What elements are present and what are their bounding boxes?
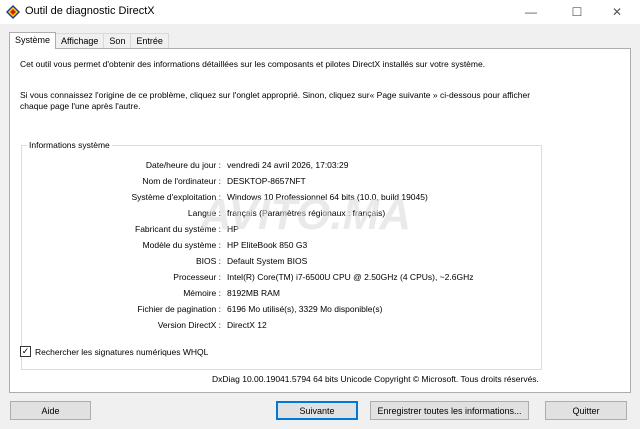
info-value: vendredi 24 avril 2026, 17:03:29 xyxy=(227,160,349,170)
info-value: français (Paramètres régionaux : françai… xyxy=(227,208,386,218)
tab-entree[interactable]: Entrée xyxy=(130,33,169,49)
group-title: Informations système xyxy=(27,140,112,150)
save-all-button[interactable]: Enregistrer toutes les informations... xyxy=(370,401,529,420)
tab-strip: Système Affichage Son Entrée xyxy=(9,32,169,49)
maximize-icon: ☐ xyxy=(571,5,583,19)
minimize-button[interactable]: — xyxy=(508,0,554,24)
window-title: Outil de diagnostic DirectX xyxy=(25,5,155,17)
instructions-text: Si vous connaissez l'origine de ce probl… xyxy=(20,90,531,111)
info-row-computer-name: Nom de l'ordinateur : DESKTOP-8657NFT xyxy=(22,176,543,188)
info-row-language: Langue : français (Paramètres régionaux … xyxy=(22,208,543,220)
close-icon: ✕ xyxy=(611,5,623,19)
info-row-pagefile: Fichier de pagination : 6196 Mo utilisé(… xyxy=(22,304,543,316)
info-value: Default System BIOS xyxy=(227,256,308,266)
info-label: Processeur : xyxy=(173,272,221,282)
system-tab-panel: Cet outil vous permet d'obtenir des info… xyxy=(9,48,631,393)
info-value: 8192MB RAM xyxy=(227,288,280,298)
whql-label: Rechercher les signatures numériques WHQ… xyxy=(35,346,209,357)
help-button[interactable]: Aide xyxy=(10,401,91,420)
info-value: Intel(R) Core(TM) i7-6500U CPU @ 2.50GHz… xyxy=(227,272,474,282)
quit-button[interactable]: Quitter xyxy=(545,401,627,420)
info-value: DirectX 12 xyxy=(227,320,267,330)
info-row-model: Modèle du système : HP EliteBook 850 G3 xyxy=(22,240,543,252)
info-row-bios: BIOS : Default System BIOS xyxy=(22,256,543,268)
system-info-group: Informations système Date/heure du jour … xyxy=(21,140,543,370)
close-button[interactable]: ✕ xyxy=(594,0,640,24)
title-bar: Outil de diagnostic DirectX — ☐ ✕ xyxy=(0,0,640,24)
whql-checkbox-row[interactable]: ✓ Rechercher les signatures numériques W… xyxy=(20,346,208,357)
info-row-manufacturer: Fabricant du système : HP xyxy=(22,224,543,236)
directx-app-icon xyxy=(6,5,20,19)
info-value: 6196 Mo utilisé(s), 3329 Mo disponible(s… xyxy=(227,304,383,314)
info-value: HP xyxy=(227,224,239,234)
copyright-text: DxDiag 10.00.19041.5794 64 bits Unicode … xyxy=(212,374,539,384)
info-value: HP EliteBook 850 G3 xyxy=(227,240,308,250)
info-row-memory: Mémoire : 8192MB RAM xyxy=(22,288,543,300)
info-label: Modèle du système : xyxy=(142,240,221,250)
info-label: Fabricant du système : xyxy=(135,224,221,234)
info-row-directx: Version DirectX : DirectX 12 xyxy=(22,320,543,332)
info-row-os: Système d'exploitation : Windows 10 Prof… xyxy=(22,192,543,204)
info-label: BIOS : xyxy=(195,256,221,266)
info-row-processor: Processeur : Intel(R) Core(TM) i7-6500U … xyxy=(22,272,543,284)
tab-systeme[interactable]: Système xyxy=(9,32,57,49)
info-label: Mémoire : xyxy=(183,288,221,298)
info-value: Windows 10 Professionnel 64 bits (10.0, … xyxy=(227,192,428,202)
tab-affichage[interactable]: Affichage xyxy=(55,33,105,49)
minimize-icon: — xyxy=(525,5,537,19)
info-label: Fichier de pagination : xyxy=(137,304,221,314)
info-label: Nom de l'ordinateur : xyxy=(142,176,221,186)
checkmark-icon: ✓ xyxy=(21,346,30,356)
info-label: Date/heure du jour : xyxy=(145,160,221,170)
whql-checkbox[interactable]: ✓ xyxy=(20,346,31,357)
info-value: DESKTOP-8657NFT xyxy=(227,176,306,186)
intro-text: Cet outil vous permet d'obtenir des info… xyxy=(20,59,486,69)
next-button[interactable]: Suivante xyxy=(276,401,358,420)
info-label: Langue : xyxy=(187,208,221,218)
tab-son[interactable]: Son xyxy=(103,33,132,49)
info-label: Version DirectX : xyxy=(157,320,221,330)
info-row-date: Date/heure du jour : vendredi 24 avril 2… xyxy=(22,160,543,172)
info-label: Système d'exploitation : xyxy=(131,192,221,202)
